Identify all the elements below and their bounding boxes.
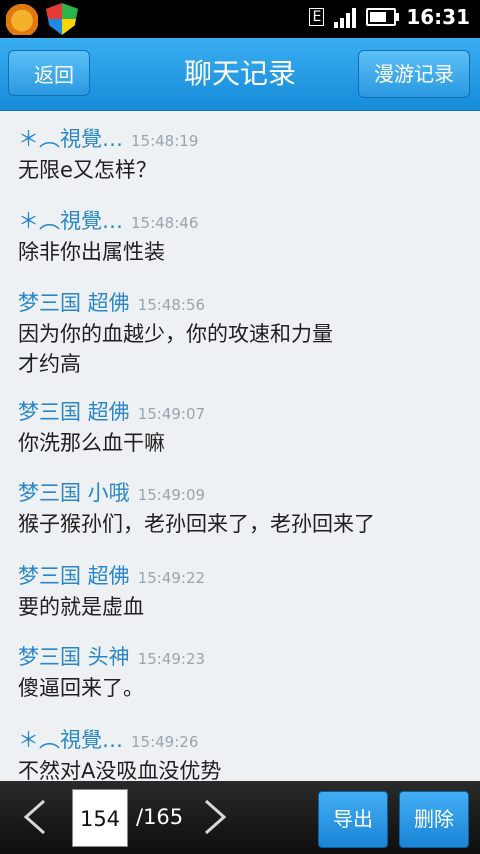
- message-sender: 梦三国 超佛: [18, 291, 130, 315]
- chat-message: 梦三国 超佛 15:49:22 要的就是虚血: [18, 560, 468, 622]
- message-sender: 梦三国 超佛: [18, 564, 130, 588]
- previous-page-button[interactable]: [20, 799, 50, 835]
- message-sender: ＊︵視覺…: [18, 127, 123, 151]
- title-bar: 聊天记录 返回 漫游记录: [0, 38, 480, 111]
- chat-message: ＊︵視覺… 15:49:26 不然对A没吸血没优势: [18, 724, 468, 781]
- chevron-left-icon: [23, 799, 45, 835]
- message-text: 才约高: [18, 352, 81, 376]
- page-number-input[interactable]: 154: [72, 789, 128, 847]
- page-total: /165: [136, 805, 184, 829]
- message-sender: 梦三国 头神: [18, 645, 130, 669]
- message-sender: ＊︵視覺…: [18, 728, 123, 752]
- battery-icon: [366, 8, 400, 26]
- message-sender: ＊︵視覺…: [18, 209, 123, 233]
- signal-icon: [334, 6, 357, 28]
- chat-message: 梦三国 头神 15:49:23 傻逼回来了。: [18, 641, 468, 703]
- security-shield-icon: [46, 3, 78, 35]
- next-page-button[interactable]: [200, 799, 230, 835]
- message-time: 15:48:46: [131, 214, 199, 232]
- message-text: 因为你的血越少，你的攻速和力量: [18, 322, 333, 346]
- delete-button[interactable]: 删除: [399, 791, 469, 848]
- message-text: 除非你出属性装: [18, 240, 165, 264]
- message-time: 15:49:22: [137, 569, 206, 587]
- message-time: 15:49:09: [137, 486, 206, 504]
- message-time: 15:48:56: [137, 296, 206, 314]
- chat-message: ＊︵視覺… 15:48:19 无限e又怎样？: [18, 123, 468, 185]
- message-time: 15:49:23: [137, 650, 206, 668]
- chat-message: ＊︵視覺… 15:48:46 除非你出属性装: [18, 205, 468, 267]
- message-text: 无限e又怎样？: [18, 158, 157, 182]
- message-text: 要的就是虚血: [18, 595, 144, 619]
- message-sender: 梦三国 超佛: [18, 400, 130, 424]
- chat-message: 梦三国 超佛 15:49:07 你洗那么血干嘛: [18, 396, 468, 458]
- message-text: 你洗那么血干嘛: [18, 431, 165, 455]
- network-type-indicator: E: [309, 8, 325, 26]
- message-text: 傻逼回来了。: [18, 676, 144, 700]
- notification-icons: [6, 3, 78, 35]
- chevron-right-icon: [205, 799, 227, 835]
- message-time: 15:48:19: [131, 132, 199, 150]
- message-time: 15:49:26: [131, 733, 199, 751]
- message-sender: 梦三国 小哦: [18, 481, 130, 505]
- roaming-records-button[interactable]: 漫游记录: [358, 50, 470, 98]
- message-text: 不然对A没吸血没优势: [18, 759, 222, 781]
- message-text: 猴子猴孙们，老孙回来了，老孙回来了: [18, 512, 375, 536]
- message-time: 15:49:07: [137, 405, 206, 423]
- raccoon-app-icon: [6, 3, 38, 35]
- back-button-label: 返回: [34, 62, 74, 87]
- chat-message: 梦三国 小哦 15:49:09 猴子猴孙们，老孙回来了，老孙回来了: [18, 477, 468, 539]
- chat-history-list[interactable]: ＊︵視覺… 15:48:19 无限e又怎样？ ＊︵視覺… 15:48:46 除非你出…: [0, 111, 480, 781]
- chat-message: 梦三国 超佛 15:48:56 因为你的血越少，你的攻速和力量 才约高: [18, 287, 468, 379]
- back-button[interactable]: 返回: [8, 50, 90, 96]
- pager-toolbar: 154 /165 导出 删除: [0, 781, 480, 854]
- status-bar: E 16:31: [0, 0, 480, 38]
- status-clock: 16:31: [406, 5, 470, 29]
- export-button[interactable]: 导出: [318, 791, 388, 848]
